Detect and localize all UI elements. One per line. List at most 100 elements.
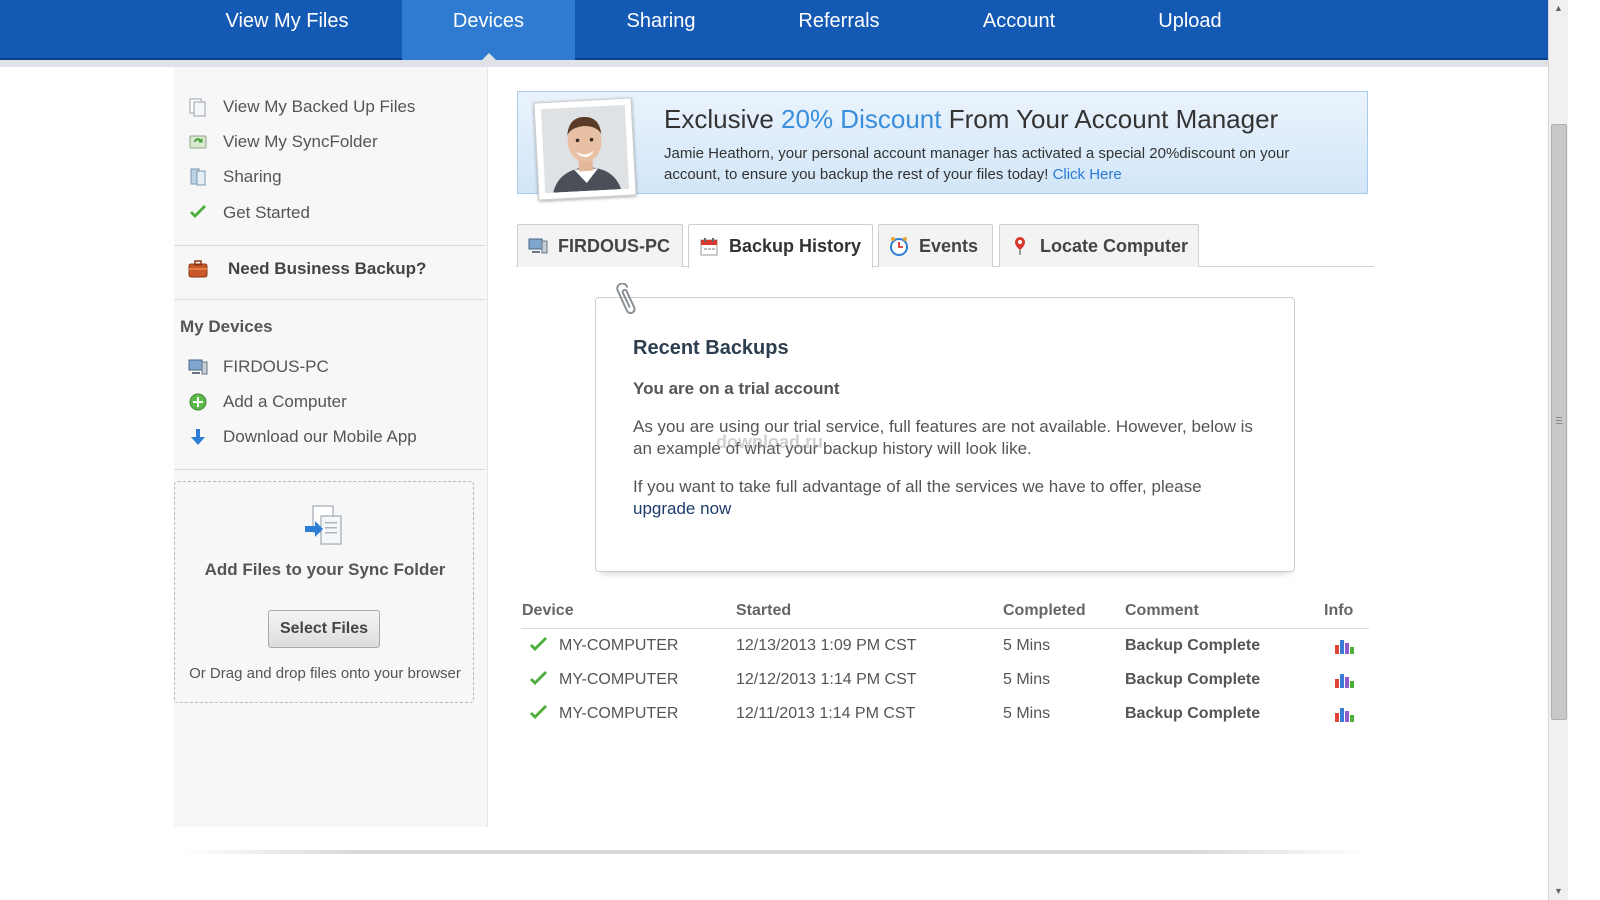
nav-view-my-files[interactable]: View My Files bbox=[190, 0, 384, 60]
banner-message: Jamie Heathorn, your personal account ma… bbox=[664, 145, 1290, 183]
sidebar: View My Backed Up Files View My SyncFold… bbox=[174, 67, 488, 827]
upgrade-now-link[interactable]: upgrade now bbox=[633, 499, 731, 518]
nav-devices[interactable]: Devices bbox=[402, 0, 575, 61]
map-pin-icon bbox=[1010, 236, 1030, 256]
banner-text: Jamie Heathorn, your personal account ma… bbox=[664, 143, 1344, 185]
scroll-down-arrow-icon[interactable]: ▼ bbox=[1549, 883, 1568, 900]
cell-completed: 5 Mins bbox=[1003, 671, 1051, 688]
upgrade-prompt: If you want to take full advantage of al… bbox=[633, 477, 1202, 496]
table-row: MY-COMPUTER 12/11/2013 1:14 PM CST 5 Min… bbox=[521, 697, 1369, 731]
tab-firdous-pc[interactable]: FIRDOUS-PC bbox=[517, 224, 683, 267]
banner-title: Exclusive 20% Discount From Your Account… bbox=[664, 104, 1278, 135]
sidebar-item-add-computer[interactable]: Add a Computer bbox=[188, 389, 347, 415]
tab-label: FIRDOUS-PC bbox=[558, 235, 670, 256]
sidebar-item-label: Download our Mobile App bbox=[223, 427, 417, 446]
cell-comment: Backup Complete bbox=[1125, 671, 1261, 688]
paperclip-icon bbox=[616, 282, 640, 323]
cell-device: MY-COMPUTER bbox=[559, 671, 679, 688]
dropzone-title: Add Files to your Sync Folder bbox=[204, 560, 446, 579]
watermark: download.ru bbox=[716, 432, 823, 452]
nav-account[interactable]: Account bbox=[955, 0, 1083, 60]
dropzone-hint: Or Drag and drop files onto your browser bbox=[189, 665, 461, 682]
sidebar-divider bbox=[174, 299, 486, 300]
upgrade-text: If you want to take full advantage of al… bbox=[633, 476, 1263, 520]
sidebar-item-get-started[interactable]: Get Started bbox=[188, 200, 310, 226]
briefcase-icon bbox=[188, 260, 208, 278]
tab-events[interactable]: Events bbox=[878, 224, 993, 267]
click-here-link[interactable]: Click Here bbox=[1053, 166, 1122, 183]
sidebar-item-label: Add a Computer bbox=[223, 392, 347, 411]
nav-divider bbox=[0, 60, 1548, 67]
files-icon bbox=[188, 97, 208, 117]
sidebar-item-label: View My Backed Up Files bbox=[223, 97, 416, 116]
sidebar-item-label: FIRDOUS-PC bbox=[223, 357, 329, 376]
column-header-info: Info bbox=[1324, 602, 1354, 619]
tab-backup-history[interactable]: Backup History bbox=[688, 224, 873, 268]
table-row: MY-COMPUTER 12/12/2013 1:14 PM CST 5 Min… bbox=[521, 663, 1369, 697]
sidebar-item-label: Get Started bbox=[223, 203, 310, 222]
bar-chart-icon[interactable] bbox=[1333, 671, 1355, 689]
cell-started: 12/12/2013 1:14 PM CST bbox=[736, 671, 917, 688]
banner-title-post: From Your Account Manager bbox=[941, 104, 1279, 134]
bar-chart-icon[interactable] bbox=[1333, 637, 1355, 655]
my-devices-heading: My Devices bbox=[180, 317, 273, 336]
trial-account-subheading: You are on a trial account bbox=[633, 379, 840, 398]
scroll-up-arrow-icon[interactable]: ▲ bbox=[1549, 0, 1568, 17]
share-icon bbox=[188, 167, 208, 187]
checkmark-icon bbox=[529, 671, 549, 689]
checkmark-icon bbox=[529, 637, 549, 655]
recent-backups-card: Recent Backups You are on a trial accoun… bbox=[595, 297, 1295, 572]
add-files-icon bbox=[303, 504, 345, 548]
download-arrow-icon bbox=[188, 427, 208, 447]
nav-sharing[interactable]: Sharing bbox=[590, 0, 732, 60]
column-header-device: Device bbox=[522, 602, 574, 619]
computer-icon bbox=[528, 236, 548, 256]
cell-device: MY-COMPUTER bbox=[559, 637, 679, 654]
footer-divider bbox=[180, 850, 1368, 854]
checkmark-icon bbox=[529, 705, 549, 723]
cell-started: 12/11/2013 1:14 PM CST bbox=[736, 705, 916, 722]
tab-label: Locate Computer bbox=[1040, 235, 1189, 256]
sidebar-item-backed-up-files[interactable]: View My Backed Up Files bbox=[188, 94, 415, 120]
clock-icon bbox=[889, 236, 909, 256]
scrollbar-thumb[interactable] bbox=[1551, 124, 1567, 720]
cell-completed: 5 Mins bbox=[1003, 705, 1051, 722]
cell-completed: 5 Mins bbox=[1003, 637, 1051, 654]
column-header-started: Started bbox=[736, 602, 792, 619]
banner-title-pre: Exclusive bbox=[664, 104, 782, 134]
window-edge bbox=[1568, 0, 1600, 900]
sidebar-item-firdous-pc[interactable]: FIRDOUS-PC bbox=[188, 354, 329, 380]
computer-icon bbox=[188, 357, 208, 377]
sidebar-item-label: View My SyncFolder bbox=[223, 132, 378, 151]
cell-started: 12/13/2013 1:09 PM CST bbox=[736, 637, 917, 654]
sidebar-item-syncfolder[interactable]: View My SyncFolder bbox=[188, 129, 378, 155]
account-manager-photo bbox=[533, 97, 637, 201]
sidebar-item-label: Sharing bbox=[223, 167, 282, 186]
column-header-comment: Comment bbox=[1125, 602, 1199, 619]
vertical-scrollbar[interactable]: ▲ ▼ bbox=[1548, 0, 1568, 900]
business-backup-label: Need Business Backup? bbox=[228, 259, 427, 278]
nav-upload[interactable]: Upload bbox=[1130, 0, 1250, 60]
sync-icon bbox=[188, 132, 208, 152]
sidebar-item-sharing[interactable]: Sharing bbox=[188, 164, 282, 190]
top-navigation: View My Files Devices Sharing Referrals … bbox=[0, 0, 1548, 67]
select-files-button[interactable]: Select Files bbox=[268, 610, 380, 648]
plus-circle-icon bbox=[188, 392, 208, 412]
table-row: MY-COMPUTER 12/13/2013 1:09 PM CST 5 Min… bbox=[521, 629, 1369, 663]
tab-locate-computer[interactable]: Locate Computer bbox=[999, 224, 1199, 267]
business-backup-link[interactable]: Need Business Backup? bbox=[188, 259, 426, 279]
checkmark-icon bbox=[188, 203, 208, 223]
sync-folder-dropzone[interactable]: Add Files to your Sync Folder Select Fil… bbox=[174, 481, 474, 703]
nav-referrals[interactable]: Referrals bbox=[770, 0, 908, 60]
tab-label: Events bbox=[919, 235, 979, 256]
banner-title-highlight: 20% Discount bbox=[781, 104, 942, 134]
cell-comment: Backup Complete bbox=[1125, 637, 1261, 654]
bar-chart-icon[interactable] bbox=[1333, 705, 1355, 723]
sidebar-item-mobile-app[interactable]: Download our Mobile App bbox=[188, 424, 417, 450]
recent-backups-heading: Recent Backups bbox=[633, 337, 789, 359]
cell-comment: Backup Complete bbox=[1125, 705, 1261, 722]
column-header-completed: Completed bbox=[1003, 602, 1086, 619]
sidebar-divider bbox=[174, 469, 486, 470]
tab-label: Backup History bbox=[729, 236, 862, 256]
sidebar-divider bbox=[174, 245, 486, 246]
